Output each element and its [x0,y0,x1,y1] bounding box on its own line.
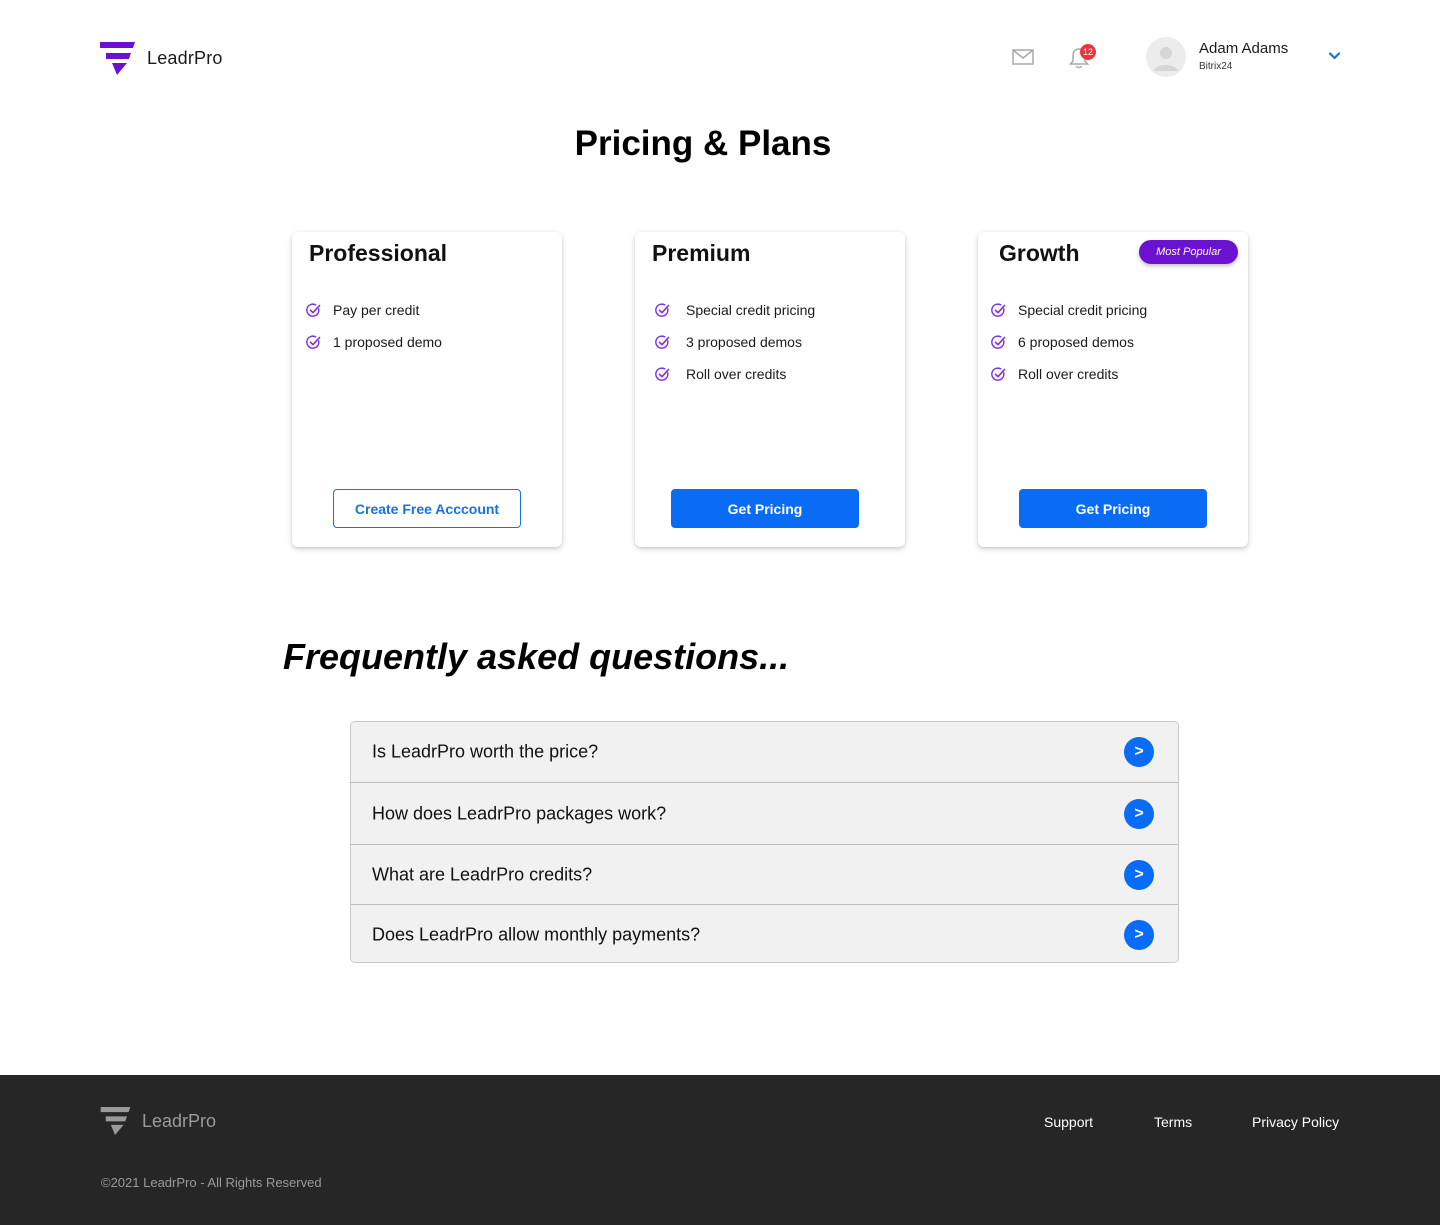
check-circle-icon [655,366,670,381]
feature-item: 6 proposed demos [991,326,1147,358]
user-organization: Bitrix24 [1199,61,1233,72]
leadrpro-logo-icon [100,42,135,75]
plan-features: Special credit pricing 6 proposed demos … [991,294,1147,390]
check-circle-icon [655,334,670,349]
feature-item: Special credit pricing [655,294,815,326]
plan-card-professional: Professional Pay per credit 1 proposed d… [292,232,562,547]
feature-item: Pay per credit [306,294,442,326]
notification-count-badge: 12 [1080,44,1096,60]
plan-features: Special credit pricing 3 proposed demos … [655,294,815,390]
check-circle-icon [991,302,1006,317]
feature-text: Roll over credits [1018,366,1119,382]
plan-title: Premium [652,240,751,266]
brand-name: LeadrPro [147,48,223,68]
plan-title: Professional [309,240,448,266]
check-circle-icon [991,334,1006,349]
faq-item[interactable]: Does LeadrPro allow monthly payments? > [351,905,1178,962]
plan-features: Pay per credit 1 proposed demo [306,294,442,358]
page-title: Pricing & Plans [574,124,832,163]
faq-question: How does LeadrPro packages work? [372,803,667,823]
faq-question: What are LeadrPro credits? [372,864,593,884]
faq-title: Frequently asked questions... [283,636,790,677]
feature-item: Special credit pricing [991,294,1147,326]
plan-title: Growth [999,240,1080,266]
most-popular-badge: Most Popular [1139,240,1238,264]
site-footer: LeadrPro Support Terms Privacy Policy ©2… [0,1075,1440,1225]
feature-text: Roll over credits [686,366,787,382]
footer-brand-logo[interactable]: LeadrPro [100,1107,216,1135]
avatar [1146,37,1186,77]
faq-item[interactable]: What are LeadrPro credits? > [351,845,1178,905]
feature-text: 1 proposed demo [333,334,442,350]
chevron-down-icon[interactable] [1328,51,1341,61]
top-header: LeadrPro 12 Adam Adams Bitrix24 [0,0,1440,110]
feature-item: 3 proposed demos [655,326,815,358]
faq-question: Is LeadrPro worth the price? [372,741,599,762]
footer-link-privacy[interactable]: Privacy Policy [1252,1114,1339,1130]
get-pricing-button[interactable]: Get Pricing [1019,489,1207,528]
get-pricing-button[interactable]: Get Pricing [671,489,859,528]
copyright-text: ©2021 LeadrPro - All Rights Reserved [101,1175,322,1190]
expand-arrow-icon[interactable]: > [1124,859,1154,890]
leadrpro-logo-icon [100,1107,131,1135]
plan-card-premium: Premium Special credit pricing 3 propose… [635,232,905,547]
feature-text: 3 proposed demos [686,334,802,350]
create-free-account-button[interactable]: Create Free Acccount [333,489,521,528]
notifications-button[interactable]: 12 [1068,44,1098,74]
faq-question: Does LeadrPro allow monthly payments? [372,924,701,944]
brand-logo[interactable]: LeadrPro [100,42,223,75]
user-placeholder-icon [1154,47,1178,71]
feature-item: Roll over credits [655,358,815,390]
footer-link-support[interactable]: Support [1044,1114,1093,1130]
faq-accordion: Is LeadrPro worth the price? > How does … [350,721,1179,963]
footer-brand-name: LeadrPro [142,1110,217,1131]
feature-item: Roll over credits [991,358,1147,390]
user-name: Adam Adams [1199,40,1289,57]
feature-text: Special credit pricing [686,302,816,318]
expand-arrow-icon[interactable]: > [1124,919,1154,950]
check-circle-icon [306,302,321,317]
feature-text: Special credit pricing [1018,302,1148,318]
check-circle-icon [306,334,321,349]
user-menu[interactable]: Adam Adams Bitrix24 [1146,37,1288,77]
feature-text: 6 proposed demos [1018,334,1134,350]
check-circle-icon [655,302,670,317]
mail-icon[interactable] [1012,48,1034,66]
faq-item[interactable]: How does LeadrPro packages work? > [351,783,1178,845]
feature-item: 1 proposed demo [306,326,442,358]
check-circle-icon [991,366,1006,381]
expand-arrow-icon[interactable]: > [1124,798,1154,829]
feature-text: Pay per credit [333,302,420,318]
plan-card-growth: Growth Most Popular Special credit prici… [978,232,1248,547]
footer-link-terms[interactable]: Terms [1154,1114,1192,1130]
expand-arrow-icon[interactable]: > [1124,737,1154,767]
faq-item[interactable]: Is LeadrPro worth the price? > [351,722,1178,783]
